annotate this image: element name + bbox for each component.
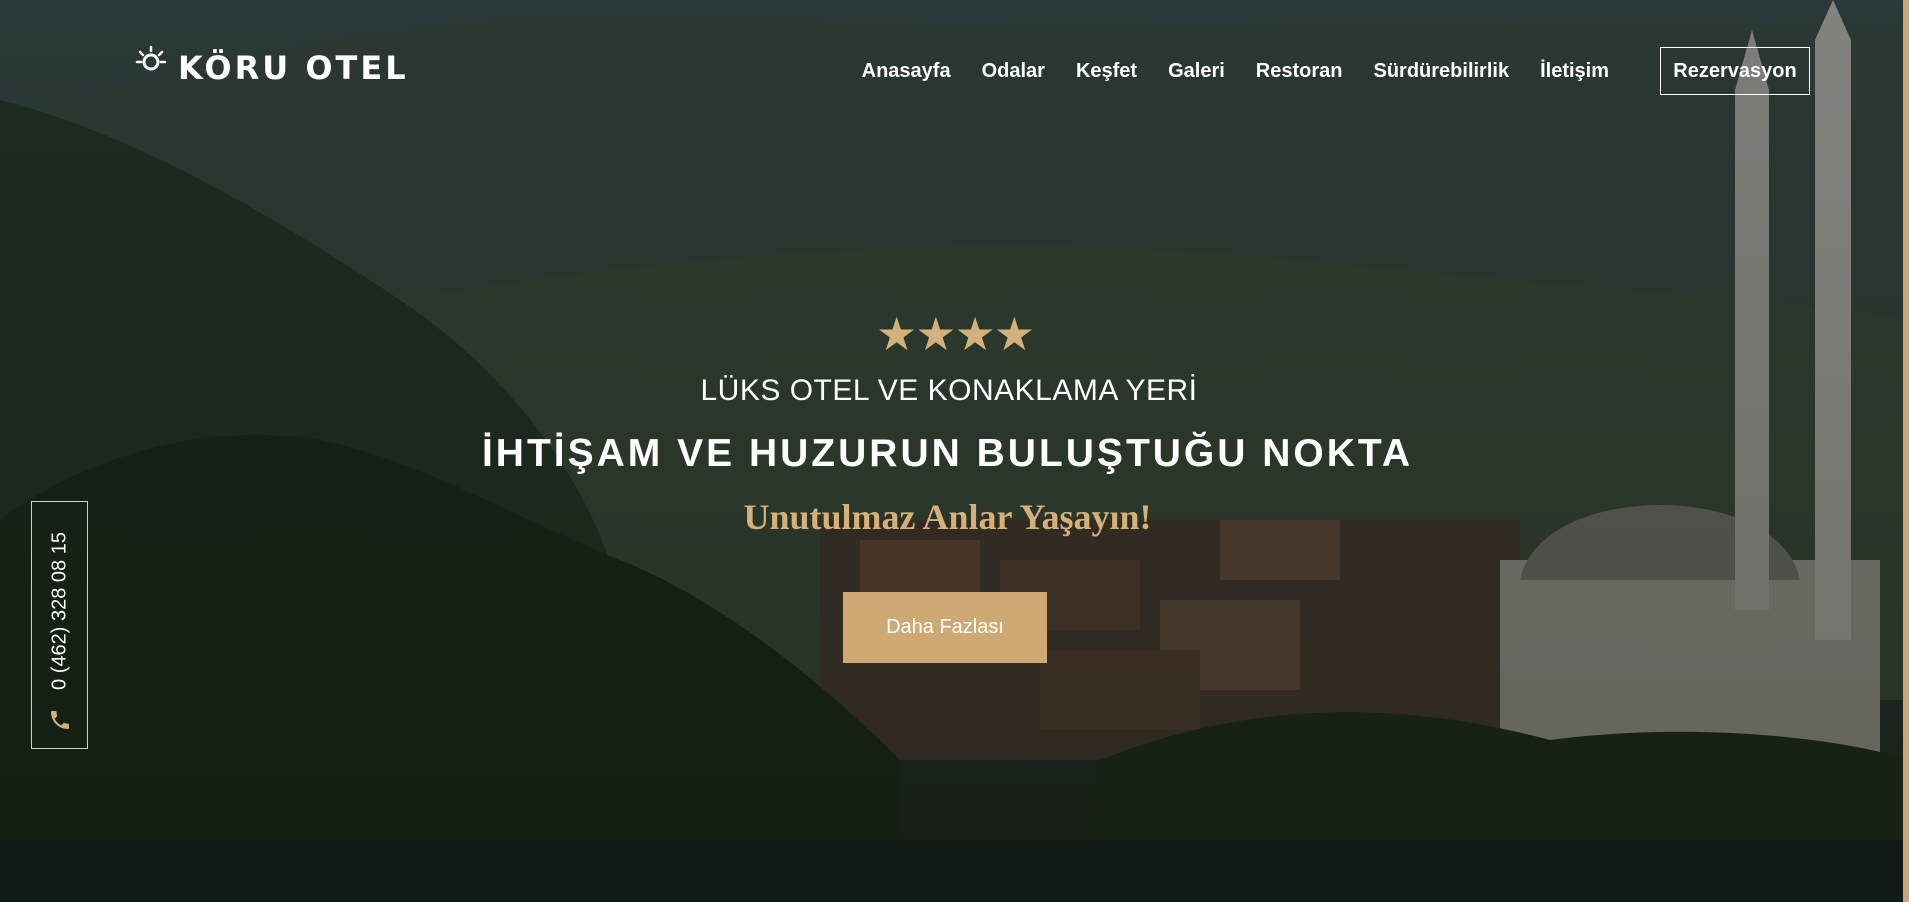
brand-name: KÖRU OTEL	[178, 49, 409, 87]
reservation-button[interactable]: Rezervasyon	[1660, 47, 1810, 95]
star-rating: ★★★★	[876, 308, 1035, 360]
phone-icon	[51, 711, 69, 729]
hero-headline: İHTİŞAM VE HUZURUN BULUŞTUĞU NOKTA	[481, 432, 1414, 475]
phone-contact-box[interactable]: 0 (462) 328 08 15	[31, 501, 88, 749]
main-navigation: Anasayfa Odalar Keşfet Galeri Restoran S…	[831, 58, 1609, 84]
hero-subtitle: LÜKS OTEL VE KONAKLAMA YERİ	[700, 374, 1198, 407]
nav-item-anasayfa[interactable]: Anasayfa	[862, 58, 951, 84]
nav-item-odalar[interactable]: Odalar	[982, 58, 1045, 84]
nav-item-surdurebilirlik[interactable]: Sürdürebilirlik	[1373, 58, 1509, 84]
brand-logo[interactable]: KÖRU OTEL	[134, 44, 409, 92]
nav-item-kesfet[interactable]: Keşfet	[1076, 58, 1137, 84]
sun-moon-logo-icon	[135, 45, 167, 90]
page-edge-stripe	[1903, 0, 1909, 902]
phone-number: 0 (462) 328 08 15	[48, 532, 70, 690]
nav-item-galeri[interactable]: Galeri	[1168, 58, 1225, 84]
hero-tagline: Unutulmaz Anlar Yaşayın!	[743, 497, 1152, 537]
nav-item-restoran[interactable]: Restoran	[1256, 58, 1343, 84]
more-button[interactable]: Daha Fazlası	[843, 592, 1047, 663]
nav-item-iletisim[interactable]: İletişim	[1540, 58, 1609, 84]
